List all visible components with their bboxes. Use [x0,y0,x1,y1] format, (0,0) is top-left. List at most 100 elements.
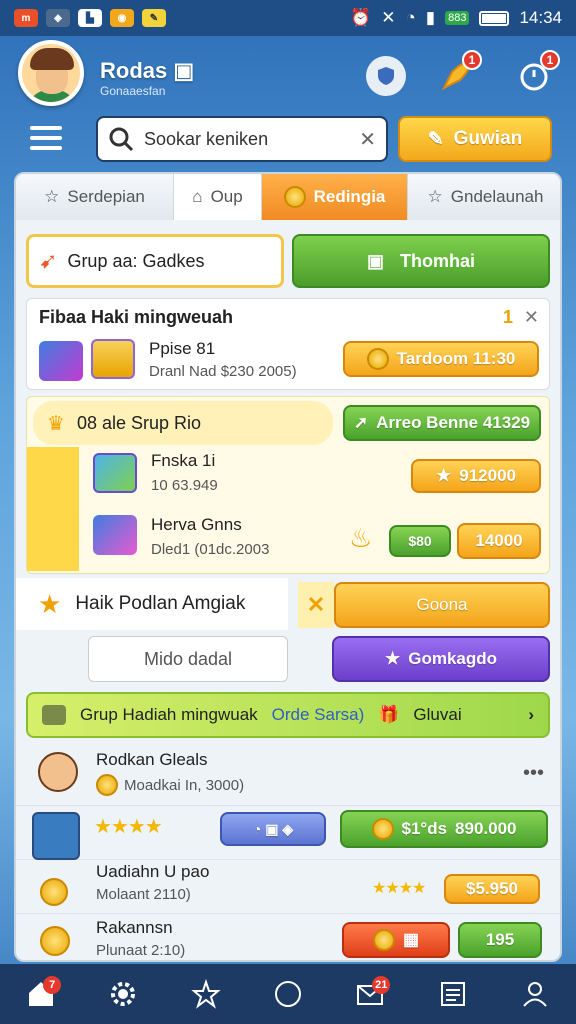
battery-icon [479,10,510,26]
gift-box-icon [39,341,83,381]
buy-button[interactable]: 195 [458,922,542,958]
search-icon [109,127,134,152]
confirm-button[interactable]: Goona [334,582,550,628]
main-panel: ☆ Serdepian ⌂ Oup Redingia ☆ Gndelaunah ➹ G… [14,172,562,962]
tab-bar: ☆ Serdepian ⌂ Oup Redingia ☆ Gndelaunah [16,174,560,224]
arrow-icon: ➚ [353,413,369,432]
star-icon: ★ [436,466,452,485]
chevron-right-icon: › [528,705,534,724]
badge-button[interactable]: ◔ ▣ ◈ [220,812,326,846]
claim-button[interactable]: Tardoom 11:30 [343,341,539,377]
bag-icon [42,705,66,725]
list-icon[interactable] [433,974,473,1014]
signal-icon: ▮ [425,8,436,27]
list-item[interactable]: Rodkan Gleals Moadkai In, 3000) ••• [16,744,560,806]
app-title: Rodas ▣ [100,58,195,83]
alarm-icon: ⏰ [350,8,372,27]
tab-oup[interactable]: ⌂ Oup [174,174,262,220]
coin-icon [372,929,395,951]
cake-icon: ♨ [349,523,373,553]
home-icon: ⌂ [192,187,203,206]
shield-icon[interactable] [366,56,406,96]
list-header[interactable]: Grup Hadiah mingwuak Orde Sarsa) 🎁 Gluva… [26,692,550,738]
group-selector[interactable]: ➹ Grup aa: Gadkes [26,234,284,288]
fruit-icon [93,453,137,493]
settings-icon[interactable] [103,974,143,1014]
item-subtitle: Dled1 (01dc.2003 [151,541,270,558]
cash-icon: ▦ [402,930,420,949]
list-item[interactable]: ★★★★ ◔ ▣ ◈ $1°ds 890.000 [16,806,560,860]
search-input[interactable]: Sookar keniken ✕ [96,116,388,162]
coin-icon [40,878,68,911]
card-title: Fibaa Haki mingweuah [39,307,234,327]
star-icon: ☆ [44,187,60,206]
mail-icon[interactable]: 21 [350,974,391,1014]
home-icon[interactable]: 7 [21,974,62,1014]
sale-header: ♛ 08 ale Srup Rio [33,401,333,445]
image-icon: ▣ [366,250,384,271]
close-icon[interactable]: ✕ [298,582,334,628]
clock: 14:34 [519,8,562,27]
purple-button[interactable]: ★ Gomkagdo [332,636,550,682]
star-icon: ★ [384,649,401,668]
buy-button[interactable]: ★ 912000 [411,459,541,493]
clear-icon[interactable]: ✕ [359,127,376,152]
buy-button[interactable]: $1°ds 890.000 [340,810,548,848]
notification-icon: m [14,9,38,27]
app-icon: ◉ [110,9,134,27]
tag-label: $80 [389,525,451,557]
bottom-nav: 7 21 [0,964,576,1024]
search-button[interactable]: ✎ Guwian [398,116,552,162]
coin-icon [283,186,306,208]
close-icon[interactable]: ✕ [524,307,539,328]
item-name: Herva Gnns [151,515,242,534]
crown-icon: ♛ [47,412,65,435]
item-name: Fnska 1i [151,451,216,470]
rating-stars: ★★★★ [94,816,163,838]
star-icon: ☆ [427,187,443,206]
tab-serdepian[interactable]: ☆ Serdepian [16,174,174,220]
rocket-icon[interactable]: 1 [436,50,482,96]
buy-button[interactable]: 14000 [457,523,541,559]
daily-input[interactable]: Mido dadal [88,636,288,682]
item-badge [27,509,79,571]
profile-icon[interactable] [515,974,555,1014]
list-item[interactable]: Uadiahn U pao Molaant 2110) ★★★★ $5.950 [16,860,560,914]
weekly-reward-card: Fibaa Haki mingweuah 1 ✕ Ppise 81 Dranl … [26,298,550,390]
sale-section: ♛ 08 ale Srup Rio ➚ Arreo Benne 41329 Fn… [26,396,550,574]
avatar [32,812,80,860]
carrot-icon: ➹ [39,248,58,273]
notification-badge: 1 [462,50,482,70]
tab-gndelaunah[interactable]: ☆ Gndelaunah [408,174,560,220]
item-subtitle: Dranl Nad $230 2005) [149,363,297,380]
treasure-icon [91,339,135,379]
item-name: Ppise 81 [149,339,216,358]
gift-box-icon [93,515,137,555]
more-icon[interactable]: ••• [523,762,544,785]
circle-icon[interactable] [268,974,308,1014]
app-icon: ▙ [78,9,102,27]
item-subtitle: 10 63.949 [151,477,218,494]
count-label: 1 [502,307,513,327]
profile-avatar[interactable] [18,40,84,106]
battery-percent: 883 [445,11,470,25]
tab-redingia[interactable]: Redingia [262,174,408,220]
item-badge [27,447,79,509]
menu-icon[interactable] [30,126,62,152]
coin-icon [96,774,118,796]
pencil-icon: ✎ [427,128,444,150]
mute-icon: ✕ [381,8,396,27]
list-item[interactable]: Rakannsn Plunaat 2:10) ▦ 195 [16,914,560,960]
reward-button[interactable]: ▦ [342,922,450,958]
sale-button[interactable]: ➚ Arreo Benne 41329 [343,405,541,441]
notification-badge: 21 [372,976,391,994]
status-bar: m ◈ ▙ ◉ ✎ ⏰ ✕ ◔ ▮ 883 14:34 [0,0,576,36]
wifi-icon: ◔ [405,8,416,27]
add-button[interactable]: ▣ Thomhai [292,234,550,288]
timer-icon[interactable]: 1 [514,50,560,96]
gift-icon: 🎁 [378,705,400,724]
buy-button[interactable]: $5.950 [444,874,540,904]
star-icon[interactable] [186,974,226,1014]
star-icon: ★ [38,588,62,619]
notification-badge: 7 [43,976,62,994]
